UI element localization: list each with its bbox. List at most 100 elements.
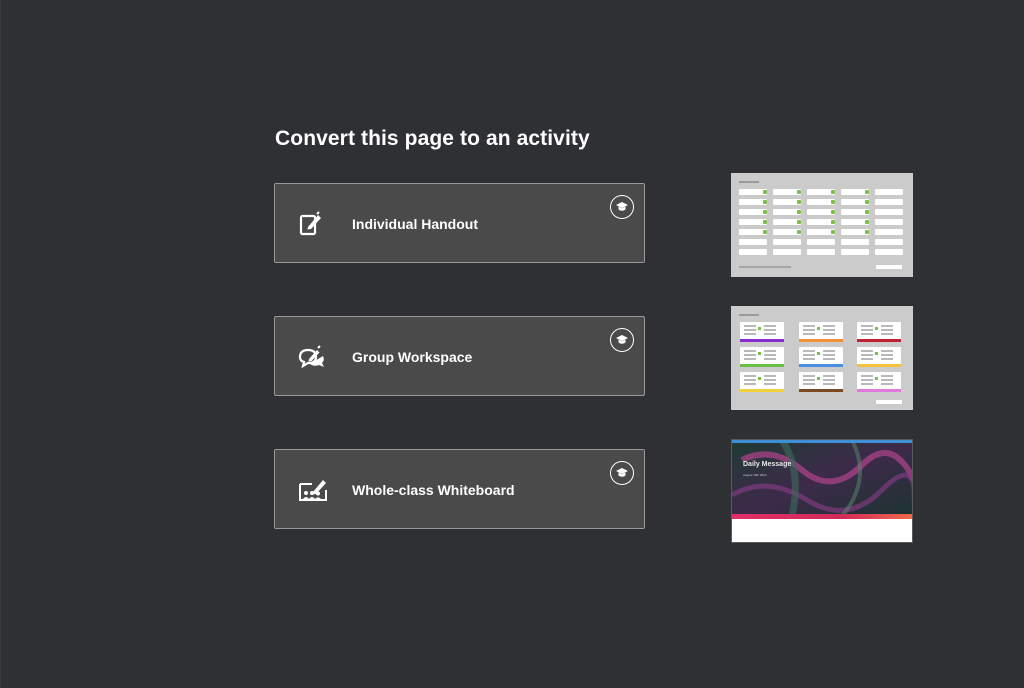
group-cards-thumbnail[interactable]	[731, 306, 913, 410]
check-mark	[817, 377, 820, 380]
card-line	[764, 325, 776, 327]
card-line	[861, 358, 873, 360]
check-mark	[831, 220, 835, 224]
card-line	[744, 383, 756, 385]
check-mark	[865, 210, 869, 214]
card-color-bar	[857, 389, 901, 392]
thumbnail-cell	[773, 239, 801, 245]
check-mark	[817, 352, 820, 355]
check-mark	[865, 220, 869, 224]
group-card	[740, 347, 784, 367]
thumbnail-cell	[875, 199, 903, 205]
card-line	[823, 350, 835, 352]
card-line	[823, 325, 835, 327]
graduation-cap-icon	[610, 328, 634, 352]
group-workspace-option[interactable]: Group Workspace	[274, 316, 645, 396]
thumbnail-cell	[773, 249, 801, 255]
card-line	[881, 333, 893, 335]
card-line	[861, 329, 873, 331]
check-mark	[763, 230, 767, 234]
card-line	[881, 325, 893, 327]
thumbnail-cell	[875, 189, 903, 195]
thumbnail-cell	[841, 249, 869, 255]
thumbnail-header-line	[739, 314, 759, 316]
card-line	[803, 358, 815, 360]
thumbnail-button	[876, 265, 902, 269]
card-line	[861, 383, 873, 385]
card-line	[744, 325, 756, 327]
handout-grid-thumbnail[interactable]	[731, 173, 913, 277]
check-mark	[875, 327, 878, 330]
card-line	[764, 375, 776, 377]
check-mark	[797, 230, 801, 234]
card-line	[744, 375, 756, 377]
option-label: Individual Handout	[352, 216, 478, 232]
individual-handout-option[interactable]: Individual Handout	[274, 183, 645, 263]
card-line	[803, 333, 815, 335]
thumbnail-cell	[807, 249, 835, 255]
card-line	[861, 333, 873, 335]
check-mark	[758, 327, 761, 330]
whiteboard-icon	[297, 476, 327, 504]
thumbnail-cell	[739, 249, 767, 255]
thumbnail-cell	[875, 219, 903, 225]
check-mark	[758, 352, 761, 355]
card-line	[823, 354, 835, 356]
card-line	[803, 329, 815, 331]
window-edge	[0, 0, 1, 688]
check-mark	[875, 377, 878, 380]
card-line	[803, 375, 815, 377]
group-card	[740, 372, 784, 392]
card-color-bar	[799, 339, 843, 342]
check-mark	[817, 327, 820, 330]
card-line	[881, 379, 893, 381]
card-line	[823, 375, 835, 377]
check-mark	[831, 230, 835, 234]
card-line	[764, 379, 776, 381]
daily-message-thumbnail[interactable]: Daily Message August 19th 2024	[731, 439, 913, 543]
thumbnail-cell	[841, 239, 869, 245]
card-color-bar	[740, 339, 784, 342]
check-mark	[831, 210, 835, 214]
check-mark	[797, 210, 801, 214]
group-card	[857, 347, 901, 367]
check-mark	[763, 220, 767, 224]
card-line	[764, 354, 776, 356]
card-line	[823, 358, 835, 360]
check-mark	[865, 230, 869, 234]
check-mark	[758, 377, 761, 380]
card-line	[823, 383, 835, 385]
card-line	[744, 379, 756, 381]
card-line	[823, 379, 835, 381]
card-line	[823, 329, 835, 331]
chat-pencil-icon	[297, 343, 325, 371]
card-line	[803, 354, 815, 356]
thumbnail-cell	[875, 239, 903, 245]
card-color-bar	[857, 339, 901, 342]
card-line	[881, 383, 893, 385]
card-line	[861, 354, 873, 356]
card-line	[861, 350, 873, 352]
card-line	[744, 354, 756, 356]
group-card	[857, 322, 901, 342]
option-label: Group Workspace	[352, 349, 473, 365]
card-line	[764, 350, 776, 352]
card-line	[881, 375, 893, 377]
check-mark	[763, 200, 767, 204]
check-mark	[797, 190, 801, 194]
card-line	[861, 325, 873, 327]
check-mark	[763, 210, 767, 214]
check-mark	[831, 190, 835, 194]
thumbnail-header-line	[739, 181, 759, 183]
check-mark	[865, 190, 869, 194]
card-line	[764, 333, 776, 335]
card-line	[764, 329, 776, 331]
whole-class-whiteboard-option[interactable]: Whole-class Whiteboard	[274, 449, 645, 529]
group-card	[799, 322, 843, 342]
graduation-cap-icon	[610, 461, 634, 485]
card-line	[744, 358, 756, 360]
card-line	[803, 350, 815, 352]
card-color-bar	[857, 364, 901, 367]
card-line	[881, 350, 893, 352]
check-mark	[875, 352, 878, 355]
